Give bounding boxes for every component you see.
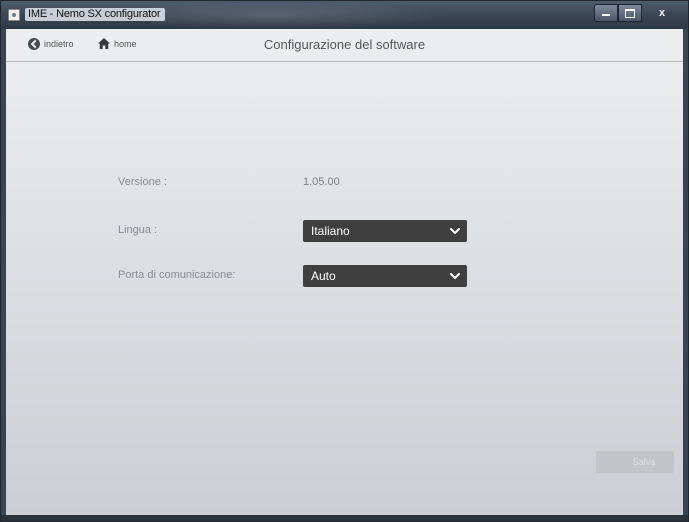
minimize-icon — [602, 14, 610, 17]
window-title: IME - Nemo SX configurator — [25, 8, 166, 21]
app-window: IME - Nemo SX configurator x indietro ho… — [0, 0, 689, 522]
language-select-value: Italiano — [311, 224, 350, 238]
close-button[interactable]: x — [642, 4, 682, 22]
window-controls: x — [594, 4, 682, 22]
port-select-value: Auto — [311, 269, 336, 283]
language-select[interactable]: Italiano — [303, 220, 467, 242]
page-title: Configurazione del software — [263, 37, 426, 52]
app-icon[interactable] — [8, 9, 20, 21]
window-bottom-frame — [1, 515, 688, 521]
save-button[interactable]: Salva — [596, 451, 674, 473]
chevron-down-icon — [450, 273, 460, 280]
minimize-button[interactable] — [594, 4, 618, 22]
language-label: Lingua : — [118, 224, 158, 236]
maximize-icon — [625, 8, 635, 18]
maximize-button[interactable] — [618, 4, 642, 22]
title-bar-glow — [151, 1, 451, 29]
version-value: 1.05.00 — [303, 176, 340, 188]
port-select[interactable]: Auto — [303, 265, 467, 287]
version-label: Versione : — [118, 176, 167, 188]
title-bar[interactable]: IME - Nemo SX configurator x — [1, 1, 688, 29]
app-header: indietro home Configurazione del softwar… — [6, 29, 683, 62]
chevron-down-icon — [450, 228, 460, 235]
client-area: indietro home Configurazione del softwar… — [6, 29, 683, 517]
port-label: Porta di comunicazione: — [118, 269, 236, 281]
